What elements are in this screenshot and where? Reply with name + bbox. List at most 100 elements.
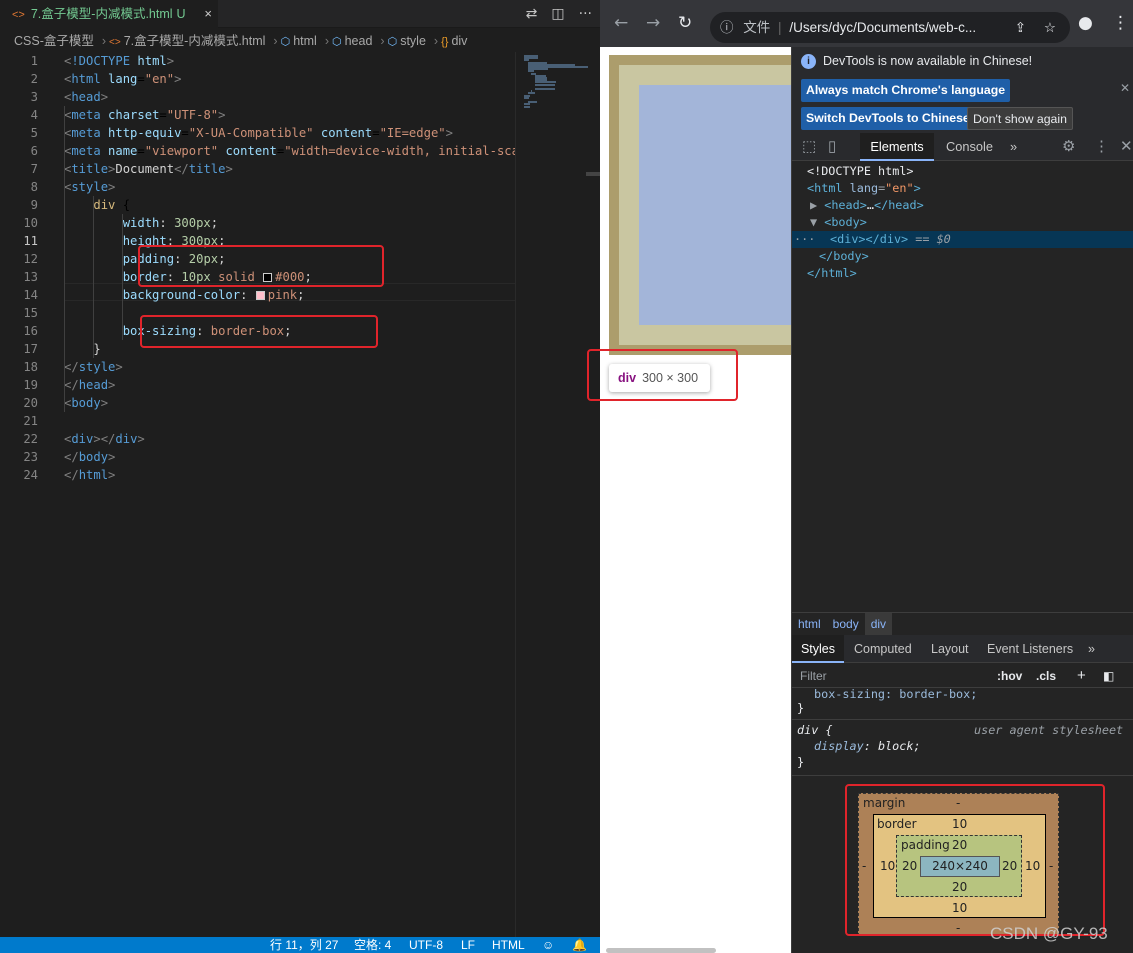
editor-tab[interactable]: <> 7.盒子模型-内减模式.html U ×	[0, 0, 218, 28]
tab-layout[interactable]: Layout	[931, 635, 969, 663]
more-style-tabs-icon[interactable]: »	[1088, 635, 1095, 663]
code-line[interactable]: 23 </body>	[0, 448, 515, 466]
cls-button[interactable]: .cls	[1036, 664, 1056, 688]
split-editor-icon[interactable]: ◫	[551, 6, 564, 22]
breadcrumb-folder[interactable]: CSS-盒子模型	[14, 34, 94, 48]
forward-icon[interactable]: →	[646, 0, 660, 47]
address-bar[interactable]: ⓘ 文件 | /Users/dyc/Documents/web-c... ⇪ ☆	[710, 12, 1070, 43]
end-of-line[interactable]: LF	[461, 937, 475, 953]
code-line[interactable]: 6 <meta name="viewport" content="width=de…	[0, 142, 515, 160]
dom-head[interactable]: ▶ <head>…</head>	[792, 197, 1133, 214]
line-number: 23	[23, 450, 38, 464]
css-rules[interactable]: box-sizing: border-box; } div { user age…	[792, 687, 1133, 778]
line-number: 11	[23, 234, 38, 248]
always-match-language-button[interactable]: Always match Chrome's language	[801, 79, 1011, 102]
expand-triangle-icon[interactable]: ▶	[810, 198, 817, 212]
gear-icon[interactable]: ⚙	[1062, 133, 1075, 161]
account-icon[interactable]: ●	[1078, 0, 1093, 47]
tab-elements[interactable]: Elements	[860, 133, 934, 161]
toggle-sidebar-icon[interactable]: ◧	[1103, 664, 1114, 688]
highlight-box-padding-border	[138, 245, 384, 287]
line-number: 19	[23, 378, 38, 392]
code-editor[interactable]: 1 <!DOCTYPE html> 2 <html lang="en"> 3 <head>…	[0, 52, 515, 937]
info-icon[interactable]: ⓘ	[720, 20, 734, 35]
hov-button[interactable]: :hov	[997, 664, 1022, 688]
breadcrumb-div[interactable]: div	[451, 34, 467, 48]
switch-to-chinese-button[interactable]: Switch DevTools to Chinese	[801, 107, 975, 130]
breadcrumb-head[interactable]: head	[345, 34, 373, 48]
tab-computed[interactable]: Computed	[854, 635, 912, 663]
code-line[interactable]: 14 background-color: pink;	[0, 286, 515, 304]
code-line[interactable]: 4 <meta charset="UTF-8">	[0, 106, 515, 124]
code-line[interactable]: 10 width: 300px;	[0, 214, 515, 232]
code-text: width: 300px;	[122, 216, 219, 230]
dont-show-again-button[interactable]: Don't show again	[967, 107, 1073, 130]
branch-compare-icon[interactable]: ⇄	[526, 6, 538, 22]
line-number: 1	[30, 54, 38, 68]
indentation[interactable]: 空格: 4	[354, 937, 391, 953]
tab-console[interactable]: Console	[946, 133, 993, 161]
code-line[interactable]: 9 div {	[0, 196, 515, 214]
filter-input[interactable]: Filter	[800, 664, 827, 688]
add-rule-icon[interactable]: +	[1077, 664, 1086, 688]
menu-icon[interactable]: ⋮	[1112, 0, 1129, 47]
more-icon[interactable]: ···	[579, 6, 592, 22]
reload-icon[interactable]: ↻	[678, 0, 692, 47]
breadcrumb-style[interactable]: style	[400, 34, 426, 48]
line-number: 2	[30, 72, 38, 86]
editor-scrollbar[interactable]	[586, 172, 600, 176]
crumb-div[interactable]: div	[864, 613, 893, 635]
language-mode[interactable]: HTML	[492, 937, 525, 953]
crumb-body[interactable]: body	[827, 613, 865, 635]
kebab-menu-icon[interactable]: ⋮	[1094, 133, 1109, 161]
crumb-html[interactable]: html	[792, 613, 827, 635]
code-line[interactable]: 18 </style>	[0, 358, 515, 376]
dom-body-close[interactable]: </body>	[792, 248, 1133, 265]
line-number: 17	[23, 342, 38, 356]
more-tabs-icon[interactable]: »	[1010, 133, 1017, 161]
feedback-icon[interactable]: ☺	[542, 937, 554, 953]
close-tab-icon[interactable]: ×	[204, 0, 212, 28]
device-toolbar-icon[interactable]: ▯	[828, 133, 836, 161]
code-line[interactable]: 3 <head>	[0, 88, 515, 106]
code-line[interactable]: 24 </html>	[0, 466, 515, 484]
collapse-triangle-icon[interactable]: ▼	[810, 215, 817, 229]
code-line[interactable]: 22 <div></div>	[0, 430, 515, 448]
tab-event-listeners[interactable]: Event Listeners	[987, 635, 1073, 663]
tab-styles[interactable]: Styles	[792, 635, 844, 663]
back-icon[interactable]: ←	[614, 0, 628, 47]
code-text: background-color: pink;	[122, 288, 305, 302]
dom-html-close[interactable]: </html>	[792, 265, 1133, 282]
breadcrumb-file[interactable]: 7.盒子模型-内减模式.html	[124, 34, 266, 48]
bell-icon[interactable]: 🔔	[572, 937, 587, 953]
close-icon[interactable]: ✕	[1120, 81, 1130, 95]
line-number: 5	[30, 126, 38, 140]
code-line[interactable]: 8 <style>	[0, 178, 515, 196]
bookmark-star-icon[interactable]: ☆	[1044, 12, 1056, 43]
code-line[interactable]: 19 </head>	[0, 376, 515, 394]
elements-tree[interactable]: <!DOCTYPE html> <html lang="en"> ▶ <head…	[792, 162, 1133, 612]
dom-body[interactable]: ▼ <body>	[792, 214, 1133, 231]
dom-div-selected[interactable]: ··· <div></div> == $0	[792, 231, 1133, 248]
chevron-right-icon: ›	[324, 34, 329, 48]
breadcrumb-html[interactable]: html	[293, 34, 317, 48]
close-devtools-icon[interactable]: ✕	[1120, 133, 1133, 161]
div-highlight-content	[639, 85, 791, 325]
code-line[interactable]: 7 <title>Document</title>	[0, 160, 515, 178]
code-line[interactable]: 20 <body>	[0, 394, 515, 412]
code-line[interactable]: 1 <!DOCTYPE html>	[0, 52, 515, 70]
info-icon: i	[801, 54, 816, 69]
cursor-position[interactable]: 行 11，列 27	[270, 937, 338, 953]
page-scrollbar[interactable]	[606, 948, 716, 953]
inspect-element-icon[interactable]: ⬚	[802, 133, 816, 161]
encoding[interactable]: UTF-8	[409, 937, 443, 953]
dom-html[interactable]: <html lang="en">	[792, 180, 1133, 197]
dom-doctype[interactable]: <!DOCTYPE html>	[792, 163, 1133, 180]
code-line[interactable]: 5 <meta http-equiv="X-UA-Compatible" cont…	[0, 124, 515, 142]
chevron-right-icon: ›	[433, 34, 439, 48]
code-line[interactable]: 21	[0, 412, 515, 430]
code-line[interactable]: 2 <html lang="en">	[0, 70, 515, 88]
watermark: CSDN @GY-93	[990, 924, 1108, 943]
share-icon[interactable]: ⇪	[1015, 12, 1026, 43]
minimap[interactable]	[515, 52, 600, 937]
